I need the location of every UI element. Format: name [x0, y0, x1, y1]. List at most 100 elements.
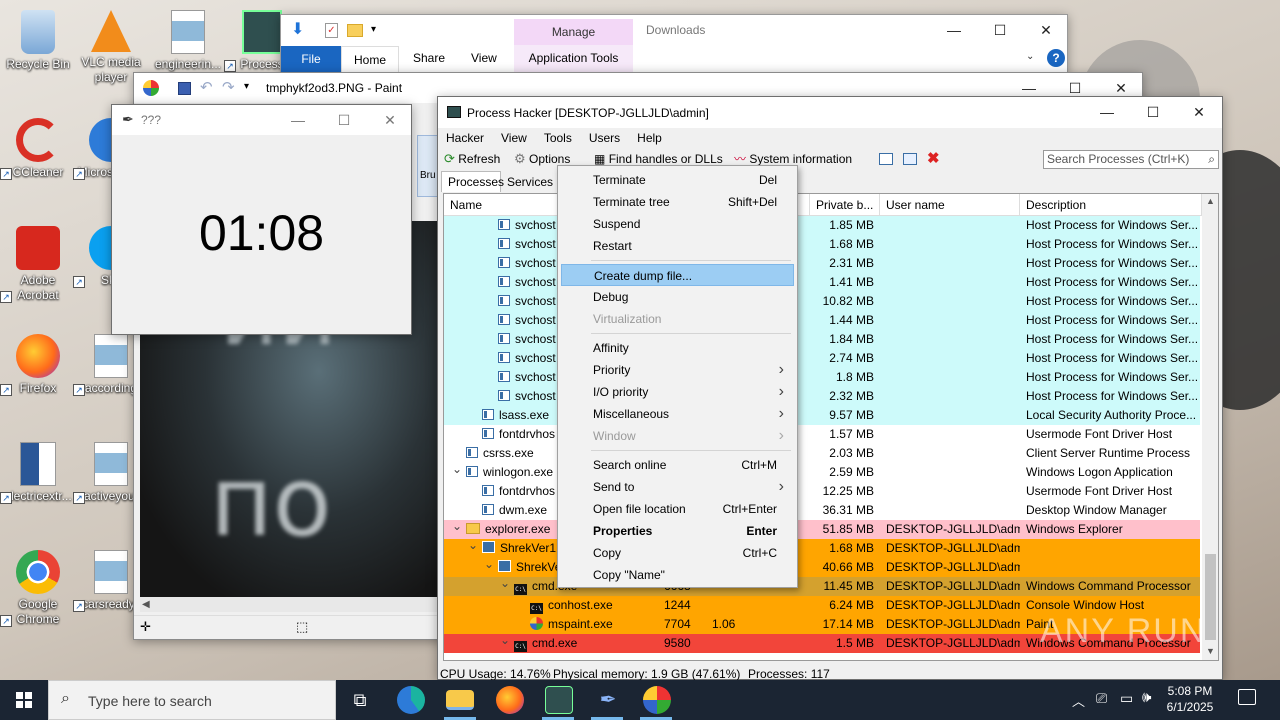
minimize-button[interactable]: — [931, 15, 977, 45]
download-arrow-icon[interactable]: ⬇ [291, 21, 309, 39]
firefox-icon[interactable] [496, 686, 524, 714]
tab-processes[interactable]: Processes [441, 171, 504, 192]
process-hacker-taskbar-icon[interactable] [545, 686, 573, 714]
show-hidden-icons-icon[interactable]: ︿ [1072, 691, 1085, 710]
edge-icon[interactable] [397, 686, 425, 714]
menu-item-suspend[interactable]: Suspend [561, 213, 794, 235]
menu-item-affinity[interactable]: Affinity [561, 337, 794, 359]
feather-icon[interactable]: ✒ [594, 686, 622, 714]
expand-chevron-icon[interactable]: ⌄ [452, 463, 462, 479]
menu-help[interactable]: Help [637, 131, 662, 145]
scroll-left-icon[interactable]: ◀ [142, 597, 150, 612]
process-hacker-window[interactable]: Process Hacker [DESKTOP-JGLLJLD\admin] —… [437, 96, 1223, 681]
scroll-down-icon[interactable]: ▼ [1206, 646, 1215, 656]
shortcut-arrow-icon: ↗ [0, 168, 12, 180]
menu-item-open-file-location[interactable]: Open file location Ctrl+Enter [561, 498, 794, 520]
column-user-name[interactable]: User name [880, 194, 1020, 216]
maximize-button[interactable]: ☐ [1130, 97, 1176, 127]
expand-chevron-icon[interactable]: ⌄ [452, 520, 462, 536]
redo-icon[interactable]: ↷ [222, 78, 235, 96]
desktop-icon[interactable]: engineerin... [150, 10, 226, 72]
ethernet-icon[interactable]: ▭ [1120, 690, 1133, 707]
scroll-thumb[interactable] [1205, 554, 1216, 640]
minimize-button[interactable]: — [275, 105, 321, 135]
kill-icon[interactable]: ✖ [927, 148, 940, 170]
menu-item-search-online[interactable]: Search online Ctrl+M [561, 454, 794, 476]
desktop-icon[interactable]: ↗ CCleaner [0, 118, 76, 180]
tab-services[interactable]: Services [501, 173, 561, 192]
menu-item-terminate-tree[interactable]: Terminate tree Shift+Del [561, 191, 794, 213]
window-icon[interactable] [879, 153, 893, 165]
expand-chevron-icon[interactable]: ⌄ [500, 634, 510, 650]
save-icon[interactable] [178, 82, 191, 95]
process-name-cell: C:\ conhost.exe [444, 596, 810, 615]
find-window-icon[interactable] [903, 153, 917, 165]
expand-chevron-icon[interactable]: ⌄ [484, 558, 494, 574]
chevron-down-icon[interactable]: ▾ [371, 21, 376, 39]
expand-chevron-icon[interactable]: ⌄ [500, 577, 510, 593]
menu-hacker[interactable]: Hacker [446, 131, 484, 145]
close-button[interactable]: ✕ [1176, 97, 1222, 127]
menu-item-restart[interactable]: Restart [561, 235, 794, 257]
desktop-icon[interactable]: ↗ electricextr... [0, 442, 76, 504]
paint-taskbar-icon[interactable] [643, 686, 671, 714]
menu-item-debug[interactable]: Debug [561, 286, 794, 308]
refresh-button[interactable]: ⟳ Refresh [444, 148, 500, 170]
desktop-icon[interactable]: ↗ Firefox [0, 334, 76, 396]
file-explorer-icon[interactable] [446, 690, 474, 710]
menu-item-i-o-priority[interactable]: I/O priority › [561, 381, 794, 403]
clock[interactable]: 5:08 PM 6/1/2025 [1164, 683, 1216, 715]
menu-item-create-dump-file[interactable]: Create dump file... [561, 264, 794, 286]
desktop-icon[interactable]: ↗ Google Chrome [0, 550, 76, 627]
ribbon-view-tab[interactable]: View [471, 51, 497, 65]
menu-item-priority[interactable]: Priority › [561, 359, 794, 381]
scroll-up-icon[interactable]: ▲ [1206, 196, 1215, 206]
menu-item-send-to[interactable]: Send to › [561, 476, 794, 498]
close-button[interactable]: ✕ [1023, 15, 1069, 45]
network-icon[interactable]: ⎚ [1096, 690, 1107, 707]
ribbon-application-tools-tab[interactable]: Application Tools [514, 45, 633, 72]
ribbon-share-tab[interactable]: Share [413, 51, 445, 65]
volume-icon[interactable]: 🕪 [1142, 689, 1151, 706]
shortcut-arrow-icon: ↗ [73, 492, 85, 504]
file-explorer-window[interactable]: ⬇ ✓ ▾ Manage Downloads — ☐ ✕ File Home S… [280, 14, 1068, 74]
task-view-icon[interactable]: ⧉ [346, 686, 374, 714]
description: Desktop Window Manager [1026, 503, 1167, 517]
help-icon[interactable]: ? [1047, 49, 1065, 67]
menu-view[interactable]: View [501, 131, 527, 145]
ribbon-file-tab[interactable]: File [281, 46, 341, 72]
new-folder-icon[interactable] [347, 24, 363, 37]
notification-icon[interactable] [1238, 689, 1256, 705]
menu-tools[interactable]: Tools [544, 131, 572, 145]
properties-icon[interactable]: ✓ [325, 23, 338, 38]
expand-ribbon-icon[interactable]: ⌄ [1026, 51, 1034, 62]
vertical-scrollbar[interactable]: ▲ ▼ [1202, 194, 1218, 660]
minimize-button[interactable]: — [1084, 97, 1130, 127]
maximize-button[interactable]: ☐ [977, 15, 1023, 45]
desktop-icon[interactable]: Recycle Bin [0, 10, 76, 72]
chevron-down-icon[interactable]: ▾ [244, 81, 249, 92]
menu-item-properties[interactable]: Properties Enter [561, 520, 794, 542]
close-button[interactable]: ✕ [367, 105, 413, 135]
taskbar-search-box[interactable]: ⌕ Type here to search [48, 680, 336, 720]
menu-item-terminate[interactable]: Terminate Del [561, 169, 794, 191]
ribbon-home-tab[interactable]: Home [341, 46, 399, 73]
start-button[interactable] [0, 680, 48, 720]
horizontal-scrollbar[interactable]: ◀ [140, 597, 438, 612]
manage-tab-header[interactable]: Manage [514, 19, 633, 45]
maximize-button[interactable]: ☐ [321, 105, 367, 135]
menu-item-miscellaneous[interactable]: Miscellaneous › [561, 403, 794, 425]
column-private-bytes[interactable]: Private b... [810, 194, 880, 216]
column-description[interactable]: Description [1020, 194, 1202, 216]
service-process-icon [482, 504, 494, 515]
menu-item-copy[interactable]: Copy Ctrl+C [561, 542, 794, 564]
process-hacker-icon [242, 10, 282, 54]
desktop-icon-label: engineerin... [154, 57, 222, 71]
expand-chevron-icon[interactable]: ⌄ [468, 539, 478, 555]
timer-window[interactable]: ✒ ??? — ☐ ✕ 01:08 [111, 104, 412, 335]
desktop-icon[interactable]: ↗ Adobe Acrobat [0, 226, 76, 303]
undo-icon[interactable]: ↶ [200, 78, 213, 96]
menu-item-copy-name[interactable]: Copy "Name" [561, 564, 794, 586]
menu-users[interactable]: Users [589, 131, 620, 145]
search-processes-input[interactable]: Search Processes (Ctrl+K) ⌕ [1043, 150, 1219, 169]
